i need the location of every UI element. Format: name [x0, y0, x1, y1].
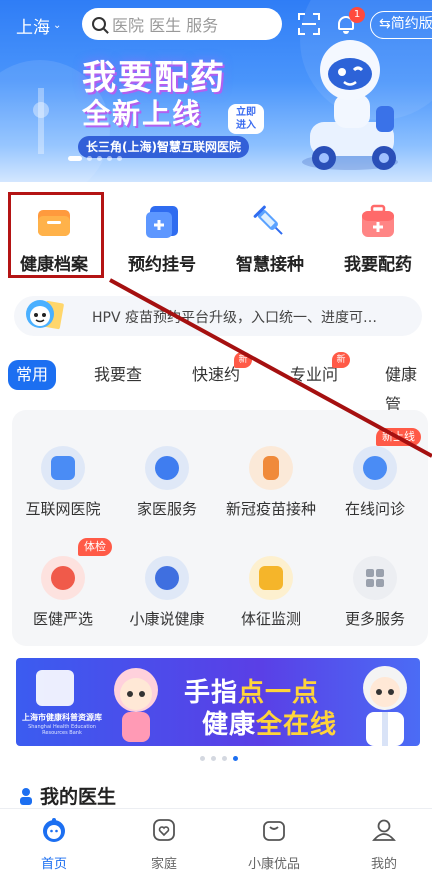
hero-banner[interactable]: 上海 ⌄ 医院 医生 服务 1 ⇆简约版 我要配药 全新上线 立即 进入 长三角…: [0, 0, 432, 182]
nav-label: 家庭: [150, 857, 177, 872]
service-health-talk[interactable]: 小康说健康: [112, 556, 222, 629]
nav-label: 首页: [40, 857, 67, 872]
highlight-box: [8, 192, 104, 278]
quick-entry-medicine[interactable]: 我要配药: [324, 190, 432, 275]
tab-lookup[interactable]: 我要查: [94, 360, 142, 390]
city-selector[interactable]: 上海 ⌄: [16, 13, 61, 38]
select-badge-icon: [41, 556, 85, 600]
service-family-doctor[interactable]: 家医服务: [112, 446, 222, 519]
org-name: 上海市健康科普资源库: [22, 713, 102, 722]
service-health-select[interactable]: 医健严选: [8, 556, 118, 629]
nurse-cartoon-icon: [114, 668, 158, 742]
graduate-icon: [145, 556, 189, 600]
syringe-icon: [250, 202, 290, 242]
quick-entry-appointment[interactable]: 预约挂号: [108, 190, 216, 275]
service-more[interactable]: 更多服务: [320, 556, 430, 629]
grid-more-icon: [353, 556, 397, 600]
service-label: 医健严选: [32, 610, 93, 628]
notification-bell-icon[interactable]: 1: [336, 7, 365, 34]
quick-entry-label: 预约挂号: [128, 255, 196, 275]
service-label: 体征监测: [240, 610, 301, 628]
family-icon: [153, 819, 175, 841]
new-badge: 新: [332, 352, 351, 368]
health-resource-logo: 上海市健康科普资源库 Shanghai Health Education Res…: [22, 666, 102, 738]
quick-entry-label: 智慧接种: [236, 255, 304, 275]
nav-home[interactable]: 首页: [14, 817, 94, 872]
search-placeholder: 医院 医生 服务: [112, 16, 219, 35]
quick-entry-label: 我要配药: [344, 255, 412, 275]
doctor-cartoon-icon: [363, 666, 407, 746]
search-input[interactable]: 医院 医生 服务: [82, 8, 282, 40]
hero-pager: [68, 156, 122, 161]
hospital-icon: [41, 446, 85, 490]
city-name: 上海: [16, 18, 50, 38]
tab-health-management[interactable]: 健康管: [385, 360, 432, 414]
hero-title-2: 全新上线: [82, 97, 203, 130]
services-card: 新上线 互联网医院 家医服务 新冠疫苗接种 在线问诊 体检 医健严选 小康说健康…: [12, 410, 428, 646]
new-online-badge: 新上线: [376, 428, 421, 446]
scan-icon[interactable]: [298, 13, 320, 35]
nav-label: 我的: [370, 857, 397, 872]
bottom-navigation: 首页 家庭 小康优品 我的: [0, 808, 432, 878]
appointment-icon: [142, 202, 182, 242]
hero-subtitle: 长三角(上海)智慧互联网医院: [78, 136, 249, 158]
enter-label-1: 立即: [236, 107, 256, 118]
quick-entry-vaccination[interactable]: 智慧接种: [216, 190, 324, 275]
tab-expert-ask[interactable]: 专业问 新: [290, 352, 351, 390]
home-icon: [43, 818, 65, 842]
new-badge: 新: [234, 352, 253, 368]
enter-now-button[interactable]: 立即 进入: [228, 104, 264, 134]
medicine-kit-icon: [358, 202, 398, 242]
my-doctor-section-header: 我的医生: [18, 782, 116, 809]
nav-shop[interactable]: 小康优品: [234, 817, 314, 872]
profile-icon: [372, 819, 396, 841]
service-online-consult[interactable]: 在线问诊: [320, 446, 430, 519]
notification-badge: 1: [349, 7, 365, 23]
nav-family[interactable]: 家庭: [124, 817, 204, 872]
notice-bar[interactable]: HPV 疫苗预约平台升级，入口统一、进度可…: [14, 296, 422, 336]
search-icon: [92, 17, 106, 31]
enter-label-2: 进入: [236, 120, 256, 131]
promo-headline-2: 健康全在线: [202, 710, 338, 740]
service-label: 新冠疫苗接种: [225, 500, 316, 518]
nav-label: 小康优品: [247, 857, 300, 872]
quick-entries: 健康档案 预约挂号 智慧接种 我要配药: [0, 190, 432, 282]
tab-label: 我要查: [94, 365, 143, 384]
mascot-avatar-icon: [26, 300, 64, 330]
service-label: 家医服务: [136, 500, 197, 518]
tab-label: 快速约: [192, 365, 241, 384]
tab-label: 常用: [16, 365, 49, 384]
category-tabs: 常用 我要查 快速约 新 专业问 新 健康管: [0, 352, 432, 414]
tab-quick-booking[interactable]: 快速约 新: [192, 352, 253, 390]
promo-banner[interactable]: 上海市健康科普资源库 Shanghai Health Education Res…: [16, 658, 420, 746]
notice-text: HPV 疫苗预约平台升级，入口统一、进度可…: [92, 310, 377, 326]
nav-profile[interactable]: 我的: [344, 817, 424, 872]
service-label: 互联网医院: [25, 500, 101, 518]
simple-mode-button[interactable]: ⇆简约版: [370, 11, 432, 39]
monitor-icon: [249, 556, 293, 600]
tab-common[interactable]: 常用: [8, 360, 57, 390]
family-doctor-icon: [145, 446, 189, 490]
service-covid-vaccine[interactable]: 新冠疫苗接种: [216, 446, 326, 519]
tab-label: 专业问: [290, 365, 339, 384]
simple-mode-label: 简约版: [390, 16, 432, 32]
service-vital-monitor[interactable]: 体征监测: [216, 556, 326, 629]
section-title: 我的医生: [40, 786, 117, 808]
tower-silhouette: [33, 88, 49, 154]
tab-label: 健康管: [385, 365, 418, 414]
doctor-icon: [20, 787, 32, 805]
vaccine-bottle-icon: [249, 446, 293, 490]
org-name-en: Shanghai Health Education Resources Bank: [28, 724, 96, 736]
service-label: 更多服务: [344, 610, 405, 628]
service-internet-hospital[interactable]: 互联网医院: [8, 446, 118, 519]
service-label: 小康说健康: [129, 610, 205, 628]
chevron-down-icon: ⌄: [53, 20, 62, 31]
online-consult-icon: [353, 446, 397, 490]
physical-exam-badge: 体检: [78, 538, 112, 556]
robot-mascot-icon: [302, 40, 398, 170]
switch-icon: ⇆: [379, 16, 391, 32]
service-label: 在线问诊: [344, 500, 405, 518]
shopping-bag-icon: [263, 821, 285, 841]
banner-pager: [200, 756, 238, 761]
